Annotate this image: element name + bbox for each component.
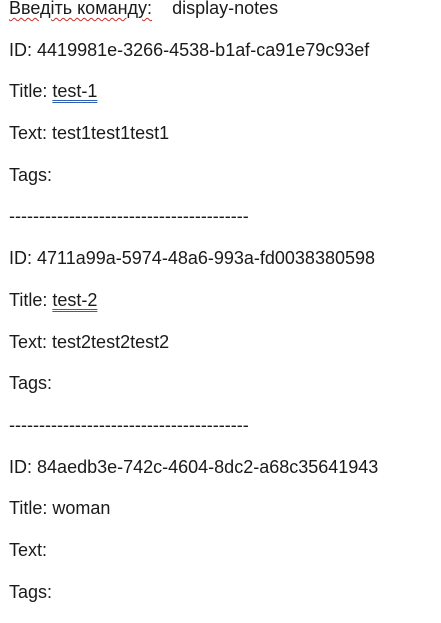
note-id-label: ID:: [9, 456, 33, 477]
note-tags-line: Tags:: [9, 582, 441, 602]
note-title-line: Title: woman: [9, 498, 441, 518]
note-title-value: woman: [52, 498, 111, 519]
note-separator: ----------------------------------------: [9, 414, 249, 435]
note-title-line: Title: test-2: [9, 290, 441, 310]
note-text-value: test2test2test2: [52, 331, 170, 352]
note-id-value: 84aedb3e-742c-4604-8dc2-a68c35641943: [37, 456, 379, 477]
note-text-line: Text: test1test1test1: [9, 123, 441, 143]
note-text-label: Text:: [9, 539, 48, 560]
note-id-line: ID: 84aedb3e-742c-4604-8dc2-a68c35641943: [9, 457, 441, 477]
note-id-line: ID: 4711a99a-5974-48a6-993a-fd0038380598: [9, 248, 441, 268]
command-line: Введіть команду: display-notes: [9, 0, 441, 18]
note-title-value: test-1: [52, 81, 98, 102]
note-text-line: Text:: [9, 540, 441, 560]
note-id-value: 4419981e-3266-4538-b1af-ca91e79c93ef: [37, 39, 370, 60]
note-id-line: ID: 4419981e-3266-4538-b1af-ca91e79c93ef: [9, 40, 441, 60]
note-title-label: Title:: [9, 498, 48, 519]
note-text-line: Text: test2test2test2: [9, 332, 441, 352]
page: { "command_line": { "label": "Введіть ко…: [0, 0, 441, 602]
command-prompt-label: Введіть команду:: [9, 0, 153, 18]
document-body: Введіть команду: display-notes ID: 44199…: [9, 0, 441, 623]
note-title-line: Title: test-1: [9, 81, 441, 101]
note-text-label: Text:: [9, 331, 48, 352]
note-id-label: ID:: [9, 248, 33, 269]
note-tags-line: Tags:: [9, 373, 441, 393]
note-tags-label: Tags:: [9, 164, 53, 185]
note-id-label: ID:: [9, 39, 33, 60]
note-id-value: 4711a99a-5974-48a6-993a-fd0038380598: [37, 248, 376, 269]
note-text-label: Text:: [9, 123, 48, 144]
note-text-value: test1test1test1: [52, 123, 170, 144]
note-title-label: Title:: [9, 289, 48, 310]
note-title-label: Title:: [9, 81, 48, 102]
note-tags-line: Tags:: [9, 165, 441, 185]
note-separator: ----------------------------------------: [9, 206, 249, 227]
note-tags-label: Tags:: [9, 373, 53, 394]
note-title-value: test-2: [52, 289, 98, 310]
command-text: display-notes: [172, 0, 279, 18]
note-tags-label: Tags:: [9, 581, 53, 602]
